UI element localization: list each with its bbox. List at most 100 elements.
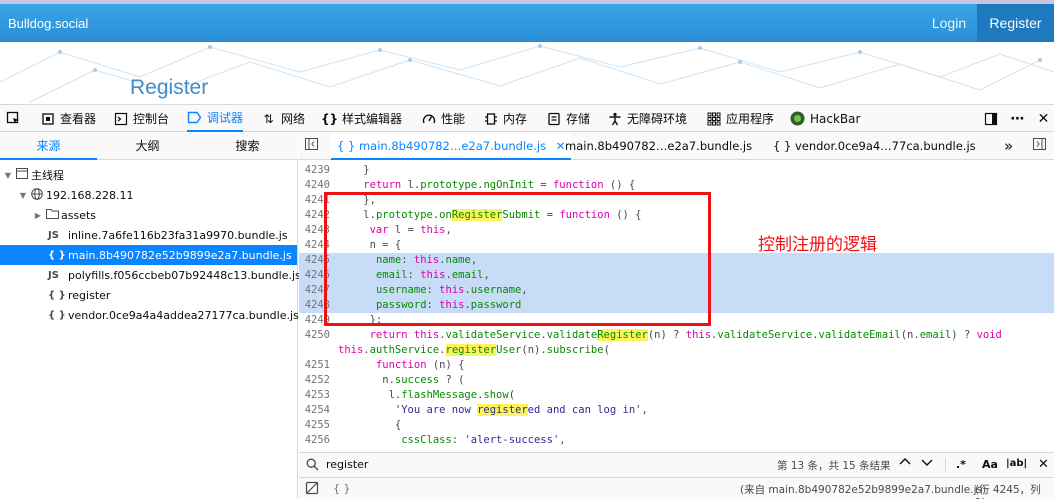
line-number[interactable]: 4253 <box>299 388 330 403</box>
tab-performance-label: 性能 <box>441 112 466 126</box>
tab-outline[interactable]: 大纲 <box>99 133 196 160</box>
code-line: 4244 n = { <box>299 238 1054 253</box>
source-origin-link[interactable]: (来自 main.8b490782e52b9899e2a7.bundle.js) <box>740 482 986 497</box>
line-number[interactable]: 4248 <box>299 298 330 313</box>
tab-application[interactable]: 应用程序 <box>706 105 774 132</box>
code-view[interactable]: 4239 } 4240 return l.prototype.ngOnInit … <box>299 161 1054 452</box>
tree-item-file[interactable]: JS inline.7a6fe116b23fa31a9970.bundle.js <box>0 225 297 245</box>
line-number[interactable]: 4242 <box>299 208 330 223</box>
tab-performance[interactable]: 性能 <box>421 105 465 132</box>
tab-style-editor[interactable]: {} 样式编辑器 <box>321 105 402 132</box>
tab-search[interactable]: 搜索 <box>199 133 296 160</box>
code-line: 4239 } <box>299 163 1054 178</box>
toggle-sidebar-button[interactable] <box>305 133 318 160</box>
tree-item-file[interactable]: { } register <box>0 285 297 305</box>
more-tabs-button[interactable]: » <box>1004 133 1013 160</box>
close-search-button[interactable]: ✕ <box>1038 457 1049 472</box>
line-number[interactable]: 4244 <box>299 238 330 253</box>
editor-tab-label: vendor.0ce9a4…77ca.bundle.js <box>794 139 976 153</box>
tree-item-file[interactable]: { } vendor.0ce9a4a4addea27177ca.bundle.j… <box>0 305 299 325</box>
previous-result-button[interactable] <box>898 455 912 473</box>
element-picker-button[interactable] <box>6 105 21 132</box>
blackbox-button[interactable] <box>305 481 319 498</box>
tab-inspector[interactable]: 查看器 <box>40 105 96 132</box>
whole-word-toggle-button[interactable]: |ab| <box>1006 458 1027 469</box>
line-number[interactable]: 4246 <box>299 268 330 283</box>
case-sensitive-toggle-button[interactable]: Aa <box>982 458 998 471</box>
toggle-right-pane-button[interactable] <box>1033 133 1046 160</box>
navbar: Bulldog.social Login Register <box>0 4 1054 42</box>
tab-network-label: 网络 <box>281 112 306 126</box>
tab-debugger[interactable]: 调试器 <box>187 105 244 132</box>
line-number[interactable]: 4251 <box>299 358 330 373</box>
blackbox-icon <box>305 481 319 498</box>
tree-item-host[interactable]: ▼ 192.168.228.11 <box>0 185 297 205</box>
more-options-button[interactable]: ⋯ <box>1010 105 1025 132</box>
tab-accessibility[interactable]: 无障碍环境 <box>607 105 687 132</box>
chevron-up-icon <box>898 457 912 473</box>
regex-toggle-button[interactable]: .* <box>956 458 966 471</box>
editor-tab[interactable]: main.8b490782…e2a7.bundle.js <box>565 133 752 160</box>
line-number[interactable]: 4255 <box>299 418 330 433</box>
code-line: 4241 }, <box>299 193 1054 208</box>
more-icon: ⋯ <box>1010 110 1025 127</box>
code-line-highlighted: 4248 password: this.password <box>299 298 1054 313</box>
tab-storage[interactable]: 存储 <box>546 105 590 132</box>
line-number[interactable]: 4243 <box>299 223 330 238</box>
storage-icon <box>546 111 561 126</box>
search-input[interactable]: register <box>326 458 368 471</box>
tree-item-assets-folder[interactable]: ▶ assets <box>0 205 297 225</box>
code-line: 4240 return l.prototype.ngOnInit = funct… <box>299 178 1054 193</box>
tab-application-label: 应用程序 <box>726 112 775 126</box>
tab-accessibility-label: 无障碍环境 <box>627 112 688 126</box>
brand-link[interactable]: Bulldog.social <box>8 16 88 31</box>
editor-tab[interactable]: { } vendor.0ce9a4…77ca.bundle.js <box>773 133 976 160</box>
pretty-print-button[interactable]: { } <box>333 482 351 495</box>
pretty-file-icon: { } <box>337 139 359 153</box>
line-number[interactable]: 4249 <box>299 313 330 328</box>
tree-item-file-selected[interactable]: { } main.8b490782e52b9899e2a7.bundle.js <box>0 245 297 265</box>
close-icon: ✕ <box>1038 457 1049 472</box>
pretty-file-icon: { } <box>773 139 795 153</box>
line-number[interactable]: 4239 <box>299 163 330 178</box>
tab-network[interactable]: ⇅ 网络 <box>261 105 305 132</box>
nav-register-link[interactable]: Register <box>977 4 1054 42</box>
close-tab-icon[interactable]: ✕ <box>556 139 566 153</box>
tab-memory-label: 内存 <box>503 112 528 126</box>
line-number[interactable]: 4247 <box>299 283 330 298</box>
folder-icon <box>43 208 61 222</box>
picker-icon <box>6 111 21 126</box>
code-line: 4249 }; <box>299 313 1054 328</box>
tree-item-file[interactable]: JS polyfills.f056ccbeb07b92448c13.bundle… <box>0 265 301 285</box>
line-number[interactable]: 4252 <box>299 373 330 388</box>
tab-sources[interactable]: 来源 <box>0 133 97 160</box>
devtools-toolbar: 查看器 控制台 调试器 ⇅ 网络 {} 样式编辑器 性能 内存 存储 无障碍环境… <box>0 104 1054 132</box>
tab-hackbar-label: HackBar <box>810 111 861 126</box>
line-number[interactable]: 4250 <box>299 328 330 343</box>
tab-hackbar[interactable]: HackBar <box>790 105 860 132</box>
tab-storage-label: 存储 <box>566 112 591 126</box>
line-number[interactable]: 4240 <box>299 178 330 193</box>
tree-item-main-thread[interactable]: ▼ 主线程 <box>0 165 297 185</box>
tab-memory[interactable]: 内存 <box>483 105 527 132</box>
hackbar-icon <box>790 111 805 126</box>
dock-toggle-button[interactable] <box>983 105 998 132</box>
line-number[interactable]: 4256 <box>299 433 330 448</box>
annotation-label: 控制注册的逻辑 <box>758 235 877 255</box>
line-number[interactable]: 4241 <box>299 193 330 208</box>
divider <box>945 458 946 472</box>
chevron-down-icon <box>920 457 934 473</box>
js-file-icon: JS <box>48 269 59 281</box>
tab-debugger-label: 调试器 <box>207 111 244 125</box>
close-devtools-button[interactable]: ✕ <box>1036 105 1051 132</box>
cursor-position: (行 4245，列 1) <box>975 484 1041 499</box>
line-number[interactable]: 4254 <box>299 403 330 418</box>
tab-console[interactable]: 控制台 <box>113 105 169 132</box>
line-number[interactable]: 4245 <box>299 253 330 268</box>
inspector-icon <box>40 111 55 126</box>
editor-tab-active[interactable]: { } main.8b490782…e2a7.bundle.js ✕ <box>331 133 572 160</box>
code-line: this.authService.registerUser(n).subscri… <box>338 344 610 356</box>
nav-login-link[interactable]: Login <box>921 4 977 42</box>
code-line: 4253 l.flashMessage.show( <box>299 388 1054 403</box>
next-result-button[interactable] <box>920 455 934 473</box>
